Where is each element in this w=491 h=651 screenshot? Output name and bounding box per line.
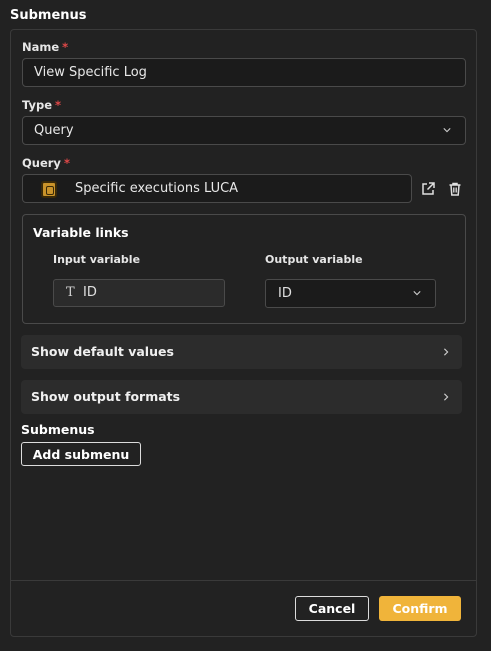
- accordion-label: Show default values: [31, 344, 174, 359]
- external-link-icon[interactable]: [420, 181, 436, 197]
- output-variable-select[interactable]: ID: [265, 279, 436, 308]
- footer-divider: [11, 580, 476, 581]
- chevron-right-icon: [444, 393, 449, 401]
- accordion-label: Show output formats: [31, 389, 181, 404]
- trash-icon[interactable]: [447, 181, 463, 197]
- chevron-down-icon: [413, 291, 421, 296]
- submenus-label: Submenus: [21, 422, 95, 437]
- required-mark: *: [55, 98, 62, 112]
- name-input[interactable]: View Specific Log: [22, 58, 466, 87]
- name-label: Name *: [22, 40, 68, 54]
- required-mark: *: [62, 40, 69, 54]
- type-select[interactable]: Query: [22, 116, 466, 145]
- confirm-button[interactable]: Confirm: [379, 596, 461, 621]
- input-variable-value: ID: [83, 285, 97, 300]
- type-label: Type *: [22, 98, 61, 112]
- chevron-down-icon: [443, 128, 451, 133]
- query-label-text: Query: [22, 156, 61, 170]
- variable-links-box: Variable links Input variable Output var…: [22, 214, 466, 324]
- cancel-button[interactable]: Cancel: [295, 596, 369, 621]
- name-label-text: Name: [22, 40, 60, 54]
- query-icon: [41, 181, 57, 198]
- add-submenu-button[interactable]: Add submenu: [21, 442, 141, 466]
- show-default-values-accordion[interactable]: Show default values: [21, 335, 462, 369]
- submenu-form-panel: Name * View Specific Log Type * Query Quer…: [10, 29, 477, 637]
- output-variable-label: Output variable: [265, 253, 363, 266]
- show-output-formats-accordion[interactable]: Show output formats: [21, 380, 462, 414]
- text-type-icon: T: [66, 285, 75, 300]
- query-select[interactable]: Specific executions LUCA: [22, 174, 412, 203]
- type-select-value: Query: [34, 123, 74, 138]
- type-label-text: Type: [22, 98, 53, 112]
- variable-links-title: Variable links: [33, 225, 129, 240]
- chevron-right-icon: [444, 348, 449, 356]
- section-title: Submenus: [10, 8, 87, 23]
- input-variable-field: T ID: [53, 279, 225, 307]
- query-label: Query *: [22, 156, 70, 170]
- output-variable-value: ID: [278, 286, 292, 301]
- input-variable-label: Input variable: [53, 253, 141, 266]
- query-select-value: Specific executions LUCA: [75, 181, 239, 196]
- required-mark: *: [63, 156, 70, 170]
